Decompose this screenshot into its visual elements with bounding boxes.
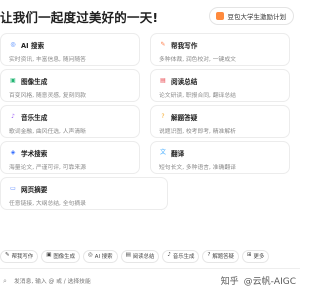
message-input[interactable] — [14, 276, 164, 287]
pen-icon: ✎ — [160, 41, 166, 48]
skill-card-title: 阅读总结 — [171, 78, 198, 86]
student-plan-label: 豆包大学生激励计划 — [227, 13, 287, 21]
skill-card-title: 音乐生成 — [21, 114, 48, 122]
toolbar-chip[interactable]: ♪ 音乐生成 — [162, 249, 200, 263]
header: 让我们一起度过美好的一天! 豆包大学生激励计划 — [0, 0, 300, 30]
skill-card-title: 网页摘要 — [21, 186, 48, 194]
skill-card[interactable]: ▤ 阅读总结论文研读, 职报合同, 翻译总结 — [150, 69, 290, 102]
toolbar-chip-label: 解题答疑 — [212, 254, 234, 260]
toolbar-chip[interactable]: ◎ AI 搜索 — [82, 249, 118, 263]
skill-toolbar: ✎ 帮我写作 ▣ 图像生成 ◎ AI 搜索 ▤ 阅读总结 ♪ 音乐生成? 解题答疑 ⊞ 更多 — [0, 249, 300, 263]
skill-card[interactable]: ? 解题答疑说题识图, 校考即考, 精准解析 — [150, 105, 290, 138]
skill-card[interactable]: ✎ 帮我写作多种体裁, 润色校对, 一键成文 — [150, 33, 290, 66]
search-icon: ◎ — [10, 41, 16, 48]
skill-card-description: 歌词金融, 曲风任选, 人声清晰 — [9, 129, 86, 135]
image-icon: ▣ — [10, 77, 16, 84]
book-icon: ▤ — [125, 252, 131, 259]
webpage-icon: ▭ — [10, 185, 16, 192]
skill-card[interactable]: ♪ 音乐生成歌词金融, 曲风任选, 人声清晰 — [0, 105, 140, 138]
watermark-site: 知乎 — [220, 277, 239, 287]
watermark-author: @云帆-AIGC — [243, 277, 296, 287]
skill-card-description: 百变风格, 随意灵感, 复刻同款 — [9, 93, 86, 99]
gift-icon — [215, 12, 224, 20]
skill-card-description: 说题识图, 校考即考, 精准解析 — [159, 129, 236, 135]
toolbar-chip-label: 更多 — [253, 254, 265, 260]
skill-card-description: 任意链接, 大纲总结, 全句摘录 — [9, 201, 86, 207]
skill-card-title: 翻译 — [171, 150, 185, 158]
music-icon: ♪ — [11, 113, 15, 120]
toolbar-chip-label: 音乐生成 — [172, 254, 195, 260]
attach-icon[interactable]: ⌕ — [3, 277, 7, 286]
skill-card[interactable]: ▭ 网页摘要任意链接, 大纲总结, 全句摘录 — [0, 177, 168, 210]
toolbar-chip[interactable]: ⊞ 更多 — [241, 249, 270, 263]
book-icon: ▤ — [160, 77, 166, 84]
toolbar-chip[interactable]: ? 解题答疑 — [202, 249, 239, 263]
message-input-bar: ⌕ 知乎 @云帆-AIGC — [0, 268, 300, 294]
skill-card[interactable]: ◎ AI 搜索实时资讯, 丰富信息, 随问随答 — [0, 33, 140, 66]
toolbar-chip[interactable]: ▣ 图像生成 — [41, 249, 80, 263]
skill-card-description: 实时资讯, 丰富信息, 随问随答 — [9, 57, 86, 63]
toolbar-chip-label: 阅读总结 — [132, 254, 155, 260]
skill-card[interactable]: 文翻译短句长文, 多种语言, 准确翻译 — [150, 141, 290, 174]
skill-card-description: 短句长文, 多种语言, 准确翻译 — [159, 165, 236, 171]
search-icon: ◎ — [87, 252, 93, 259]
watermark: 知乎 @云帆-AIGC — [221, 274, 296, 287]
music-icon: ♪ — [167, 252, 171, 259]
skill-card[interactable]: ◈ 学术搜索海量论文, 严谨可评, 可靠来源 — [0, 141, 140, 174]
toolbar-chip[interactable]: ✎ 帮我写作 — [0, 249, 39, 263]
question-icon: ? — [161, 113, 165, 120]
skill-card-description: 海量论文, 严谨可评, 可靠来源 — [9, 165, 86, 171]
skill-card[interactable]: ▣ 图像生成百变风格, 随意灵感, 复刻同款 — [0, 69, 140, 102]
skill-card-title: 解题答疑 — [171, 114, 198, 122]
image-icon: ▣ — [46, 252, 52, 259]
toolbar-chip-label: 图像生成 — [53, 254, 75, 260]
page-title: 让我们一起度过美好的一天! — [0, 10, 159, 25]
skill-card-title: 帮我写作 — [171, 42, 198, 50]
student-plan-button[interactable]: 豆包大学生激励计划 — [208, 7, 294, 25]
skill-card-title: 图像生成 — [21, 78, 48, 86]
skill-card-title: AI 搜索 — [21, 42, 45, 50]
skill-card-description: 多种体裁, 润色校对, 一键成文 — [159, 57, 236, 63]
toolbar-chip[interactable]: ▤ 阅读总结 — [120, 249, 160, 263]
academic-icon: ◈ — [10, 149, 16, 156]
question-icon: ? — [207, 252, 211, 259]
toolbar-chip-label: 帮我写作 — [11, 254, 34, 260]
translate-icon: 文 — [159, 149, 166, 156]
toolbar-chip-label: AI 搜索 — [94, 254, 113, 260]
grid-icon: ⊞ — [246, 252, 252, 259]
skill-card-description: 论文研读, 职报合同, 翻译总结 — [159, 93, 236, 99]
pen-icon: ✎ — [5, 252, 10, 259]
skill-card-title: 学术搜索 — [21, 150, 48, 158]
